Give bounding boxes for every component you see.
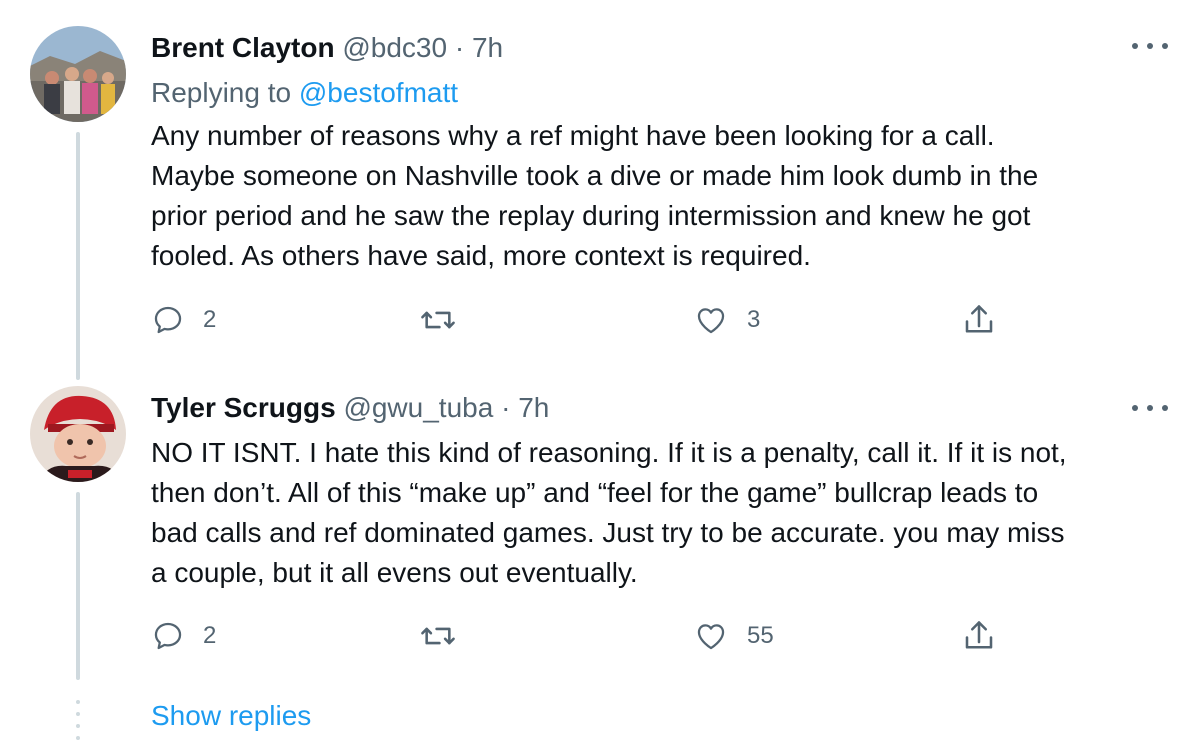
handle[interactable]: @gwu_tuba: [343, 392, 493, 423]
reply-button[interactable]: 2: [151, 616, 216, 656]
tweet-text: NO IT ISNT. I hate this kind of reasonin…: [151, 433, 1171, 593]
separator-dot: ·: [493, 392, 519, 423]
avatar[interactable]: [30, 386, 126, 482]
thread-continuation-dots: [76, 700, 80, 740]
heart-icon: [697, 624, 725, 650]
tweet-text-line: bad calls and ref dominated games. Just …: [151, 517, 1065, 548]
tweet-text-line: a couple, but it all evens out eventuall…: [151, 557, 638, 588]
like-count: 55: [747, 622, 774, 649]
retweet-button[interactable]: [419, 616, 475, 656]
tweet-actions: 2 55: [151, 616, 1011, 656]
share-button[interactable]: [961, 616, 997, 656]
tweet-header: Tyler Scruggs @gwu_tuba · 7h: [151, 390, 549, 426]
tweet-text-line: NO IT ISNT. I hate this kind of reasonin…: [151, 437, 1067, 468]
avatar-photo-icon: [30, 386, 126, 482]
timestamp[interactable]: 7h: [518, 392, 549, 423]
share-icon: [965, 621, 993, 649]
retweet-icon: [421, 627, 455, 645]
show-replies-link[interactable]: Show replies: [151, 696, 311, 736]
tweet-tyler-scruggs[interactable]: Tyler Scruggs @gwu_tuba · 7h NO IT ISNT.…: [0, 0, 1192, 700]
reply-icon: [154, 622, 182, 650]
reply-count: 2: [203, 622, 217, 649]
more-options-icon[interactable]: [1132, 396, 1168, 420]
display-name[interactable]: Tyler Scruggs: [151, 392, 336, 423]
tweet-text-line: then don’t. All of this “make up” and “f…: [151, 477, 1039, 508]
like-button[interactable]: 55: [693, 616, 774, 656]
thread-line: [76, 492, 80, 680]
